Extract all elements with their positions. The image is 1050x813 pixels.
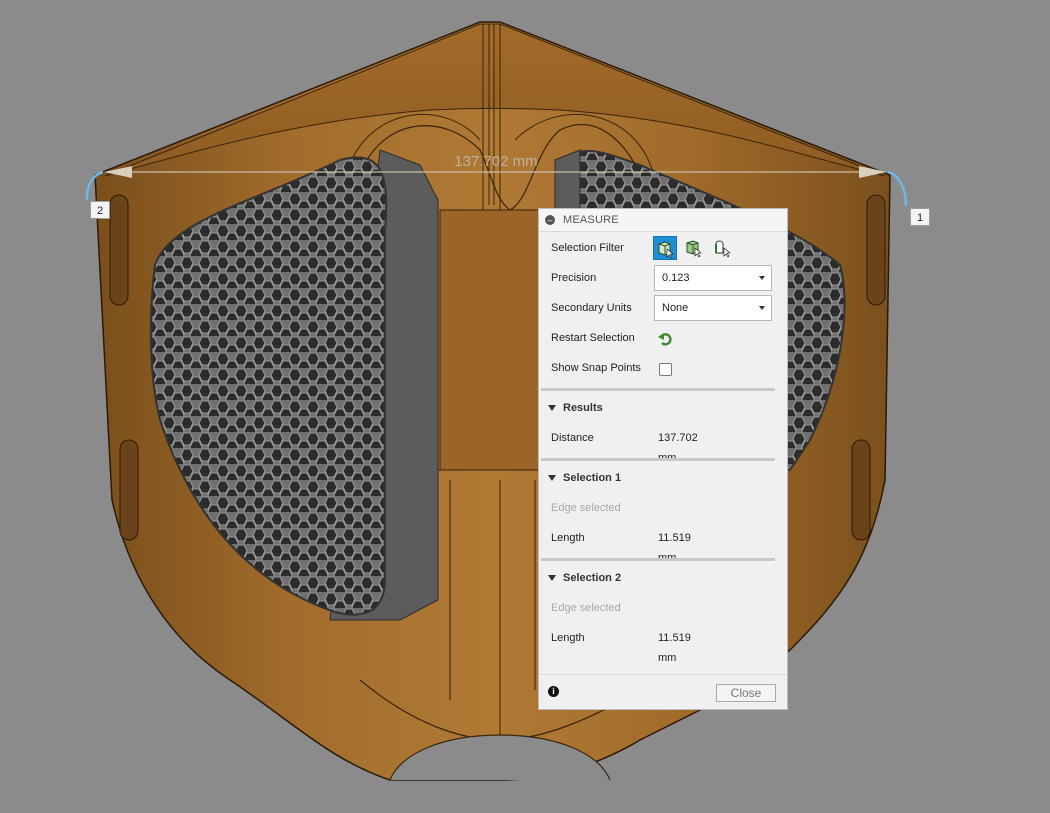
- select-edge-icon: [715, 240, 731, 258]
- selection2-length-label: Length: [551, 632, 585, 644]
- precision-row: Precision: [551, 268, 596, 288]
- distance-value: 137.702 mm: [658, 432, 698, 464]
- selection2-status: Edge selected: [551, 602, 621, 614]
- measure-dialog-footer: i Close: [539, 674, 787, 710]
- selection1-status: Edge selected: [551, 502, 621, 514]
- selection1-length-label: Length: [551, 532, 585, 544]
- secondary-units-select[interactable]: None: [654, 295, 772, 321]
- selection1-length-row: Length: [551, 528, 585, 548]
- selection-marker-2: 2: [90, 201, 110, 219]
- selection-marker-1: 1: [910, 208, 930, 226]
- measure-dialog: – MEASURE Selection Filter Precision 0.1…: [538, 208, 788, 710]
- collapse-icon[interactable]: –: [545, 215, 555, 225]
- dimension-label: 137.702 mm: [454, 153, 537, 170]
- filter-face-button[interactable]: [682, 236, 706, 260]
- chevron-down-icon: [759, 276, 765, 280]
- results-section-header[interactable]: Results: [548, 402, 603, 414]
- show-snap-points-label: Show Snap Points: [551, 362, 641, 374]
- collapse-triangle-icon: [548, 475, 556, 482]
- divider: [541, 458, 775, 461]
- selection1-section-header[interactable]: Selection 1: [548, 472, 621, 484]
- divider: [541, 388, 775, 391]
- results-title: Results: [563, 402, 603, 414]
- measure-dialog-title: MEASURE: [563, 214, 619, 226]
- model-viewport[interactable]: 137.702 mm: [0, 0, 1050, 813]
- selection2-length-value: 11.519 mm: [658, 632, 691, 664]
- select-face-icon: [686, 240, 702, 258]
- filter-edge-button[interactable]: [711, 236, 735, 260]
- selection2-title: Selection 2: [563, 572, 622, 584]
- restart-selection-row: Restart Selection: [551, 328, 635, 348]
- chevron-down-icon: [759, 306, 765, 310]
- restart-arrow-icon: [658, 333, 672, 346]
- distance-label: Distance: [551, 432, 594, 444]
- selection-filter-row: Selection Filter: [551, 238, 624, 258]
- selection1-length-value: 11.519 mm: [658, 532, 691, 564]
- select-body-icon: [658, 241, 674, 259]
- selection2-length-row: Length: [551, 628, 585, 648]
- precision-select[interactable]: 0.123: [654, 265, 772, 291]
- restart-selection-button[interactable]: [657, 331, 673, 347]
- measure-dialog-header[interactable]: – MEASURE: [539, 209, 787, 232]
- selection1-title: Selection 1: [563, 472, 622, 484]
- info-icon[interactable]: i: [548, 686, 559, 697]
- secondary-units-row: Secondary Units: [551, 298, 632, 318]
- secondary-units-label: Secondary Units: [551, 302, 632, 314]
- show-snap-points-row: Show Snap Points: [551, 358, 641, 378]
- collapse-triangle-icon: [548, 575, 556, 582]
- restart-selection-label: Restart Selection: [551, 332, 635, 344]
- close-button[interactable]: Close: [716, 684, 776, 702]
- secondary-units-value: None: [662, 302, 689, 314]
- distance-row: Distance: [551, 428, 594, 448]
- precision-label: Precision: [551, 272, 597, 284]
- precision-value: 0.123: [662, 272, 690, 284]
- divider: [541, 558, 775, 561]
- filter-body-button[interactable]: [653, 236, 677, 260]
- selection2-section-header[interactable]: Selection 2: [548, 572, 621, 584]
- collapse-triangle-icon: [548, 405, 556, 412]
- selection-filter-label: Selection Filter: [551, 242, 624, 254]
- show-snap-points-checkbox[interactable]: [659, 363, 672, 376]
